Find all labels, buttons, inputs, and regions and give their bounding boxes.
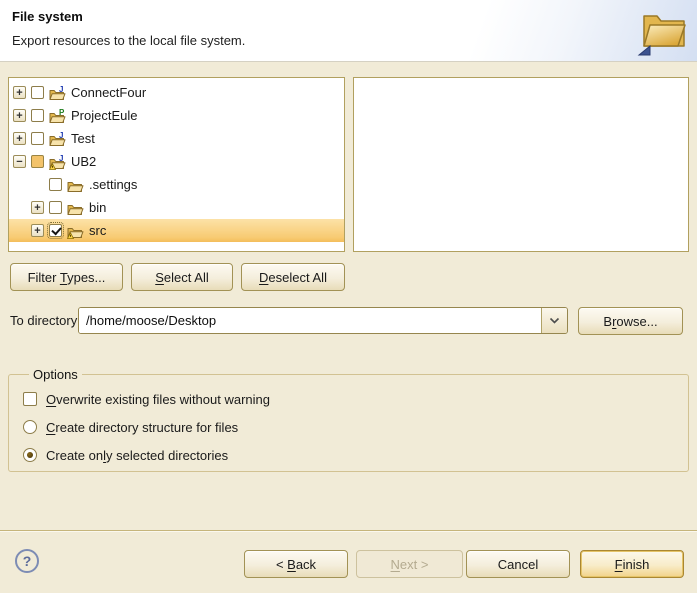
export-file-system-dialog: File system Export resources to the loca… (0, 0, 697, 593)
next-button-disabled: Next > (356, 550, 463, 578)
expand-toggle-icon[interactable]: + (13, 109, 26, 122)
option-directory-structure[interactable]: Create directory structure for files (23, 413, 688, 441)
directory-structure-radio[interactable] (23, 420, 37, 434)
expand-toggle-icon[interactable]: + (13, 132, 26, 145)
tree-item-connectfour[interactable]: + J ConnectFour (9, 81, 344, 104)
wizard-banner: File system Export resources to the loca… (0, 0, 697, 62)
tree-item-bin[interactable]: + bin (9, 196, 344, 219)
expand-toggle-icon[interactable]: + (31, 201, 44, 214)
java-project-warning-icon: J (49, 154, 66, 170)
tree-item-label: ConnectFour (71, 85, 146, 100)
tree-item-label: UB2 (71, 154, 96, 169)
filter-types-button[interactable]: Filter Types... (10, 263, 123, 291)
help-button[interactable]: ? (15, 549, 39, 573)
project-icon: P (49, 108, 66, 124)
back-button[interactable]: < Back (244, 550, 348, 578)
tree-checkbox[interactable] (31, 109, 44, 122)
file-list-panel[interactable] (353, 77, 689, 252)
tree-checkbox[interactable] (31, 132, 44, 145)
select-all-button[interactable]: Select All (131, 263, 233, 291)
destination-input[interactable] (79, 308, 541, 333)
option-label: Create directory structure for files (46, 420, 238, 435)
expand-toggle-icon[interactable]: + (13, 86, 26, 99)
finish-button[interactable]: Finish (580, 550, 684, 578)
java-project-icon: J (49, 85, 66, 101)
export-folder-icon (636, 3, 692, 59)
tree-item-label: ProjectEule (71, 108, 137, 123)
overwrite-checkbox[interactable] (23, 392, 37, 406)
cancel-button[interactable]: Cancel (466, 550, 570, 578)
tree-action-row: Filter Types... Select All Deselect All (10, 263, 345, 291)
tree-item-src-selected[interactable]: + src (9, 219, 344, 242)
tree-checkbox[interactable] (31, 86, 44, 99)
tree-item-label: .settings (89, 177, 137, 192)
options-legend: Options (29, 367, 82, 382)
chevron-down-icon (549, 317, 560, 324)
dropdown-arrow-button[interactable] (541, 308, 567, 333)
svg-text:J: J (59, 131, 63, 140)
page-title: File system (12, 9, 83, 24)
browse-button[interactable]: Browse... (578, 307, 683, 335)
option-overwrite[interactable]: Overwrite existing files without warning (23, 385, 688, 413)
footer-separator (0, 530, 697, 532)
folder-icon (67, 177, 84, 193)
tree-item-projecteule[interactable]: + P ProjectEule (9, 104, 344, 127)
tree-item-label: src (89, 223, 106, 238)
tree-item-label: bin (89, 200, 106, 215)
tree-checkbox-checked[interactable] (49, 224, 62, 237)
option-label: Create only selected directories (46, 448, 228, 463)
java-project-icon: J (49, 131, 66, 147)
folder-icon (67, 200, 84, 216)
option-label: Overwrite existing files without warning (46, 392, 270, 407)
deselect-all-button[interactable]: Deselect All (241, 263, 345, 291)
options-group: Options Overwrite existing files without… (8, 367, 689, 472)
svg-text:J: J (59, 154, 63, 163)
tree-item-test[interactable]: + J Test (9, 127, 344, 150)
resource-tree[interactable]: + J ConnectFour + P ProjectEule + J Test… (8, 77, 345, 252)
tree-checkbox-grayed[interactable] (31, 155, 44, 168)
expand-toggle-icon[interactable]: + (31, 224, 44, 237)
tree-checkbox[interactable] (49, 201, 62, 214)
tree-checkbox[interactable] (49, 178, 62, 191)
question-mark-icon: ? (23, 553, 32, 569)
destination-combo[interactable] (78, 307, 568, 334)
option-only-selected[interactable]: Create only selected directories (23, 441, 688, 469)
page-description: Export resources to the local file syste… (12, 33, 245, 48)
folder-warning-icon (67, 223, 84, 239)
only-selected-radio-selected[interactable] (23, 448, 37, 462)
tree-item-ub2[interactable]: − J UB2 (9, 150, 344, 173)
tree-item-label: Test (71, 131, 95, 146)
svg-text:P: P (59, 108, 65, 117)
svg-text:J: J (59, 85, 63, 94)
to-directory-label: To directory: (10, 307, 81, 334)
tree-item-settings[interactable]: .settings (9, 173, 344, 196)
collapse-toggle-icon[interactable]: − (13, 155, 26, 168)
